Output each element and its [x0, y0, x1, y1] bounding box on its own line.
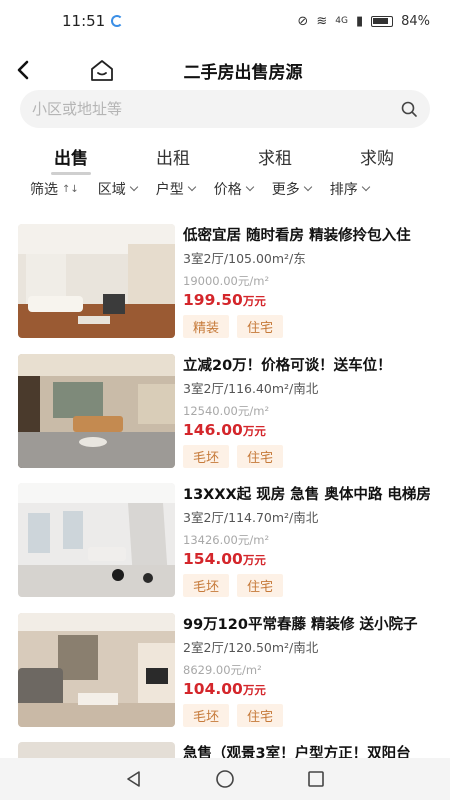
listing-title[interactable]: 13XXX起 现房 急售 奥体中路 电梯房: [183, 483, 433, 504]
filter-price[interactable]: 价格: [213, 176, 255, 202]
filter-bar: 筛选 ↑↓ 区域 户型 价格 更多 排序: [0, 176, 450, 202]
listing-item[interactable]: 低密宜居 随时看房 精装修拎包入住 3室2厅/105.00m²/东 19000.…: [0, 224, 450, 354]
listing-unit-price: 13426.00元/m²: [183, 533, 270, 547]
battery-icon: [371, 15, 394, 27]
tag-badge: 住宅: [237, 574, 284, 597]
price-value: 199.50: [183, 291, 243, 309]
listing-unit-price: 8629.00元/m²: [183, 662, 262, 677]
listing-price: 146.00万元: [183, 420, 266, 439]
filter-area[interactable]: 区域: [97, 176, 139, 202]
listing-unit-price: 12540.00元/m²: [183, 403, 270, 418]
tab-label: 出售: [54, 149, 88, 169]
tab-label: 出租: [156, 149, 190, 169]
listing-item[interactable]: 99万120平常春藤 精装修 送小院子 2室2厅/120.50m²/南北 862…: [0, 612, 450, 743]
filter-label: 户型: [155, 182, 184, 198]
price-unit: 万元: [242, 294, 266, 308]
listing-tags: 毛坯 住宅: [183, 703, 284, 727]
filter-more[interactable]: 更多: [271, 176, 313, 202]
page-title: 二手房出售房源: [183, 63, 303, 83]
filter-label: 价格: [213, 182, 242, 198]
listing-item[interactable]: 13XXX起 现房 急售 奥体中路 电梯房 3室2厅/114.70m²/南北 1…: [0, 483, 450, 613]
sort-toggle-icon: ↑↓: [62, 183, 79, 195]
nav-bar: 二手房出售房源: [0, 48, 450, 92]
filter-label: 区域: [97, 182, 126, 198]
tag-badge: 毛坯: [183, 574, 230, 597]
wifi-icon: ≋: [316, 13, 328, 29]
search-icon[interactable]: [400, 100, 418, 118]
price-value: 104.00: [183, 679, 243, 698]
active-tab-indicator: [51, 172, 91, 175]
chevron-down-icon: [245, 182, 255, 192]
tag-badge: 毛坯: [183, 703, 230, 727]
listing-spec: 3室2厅/114.70m²/南北: [183, 510, 319, 525]
tag-badge: 住宅: [237, 444, 284, 468]
listing-photo[interactable]: [18, 353, 175, 468]
price-value: 154.00: [183, 550, 243, 568]
filter-label: 筛选: [30, 182, 58, 198]
tab-seek-rent[interactable]: 求租: [224, 140, 326, 176]
listing-title[interactable]: 低密宜居 随时看房 精装修拎包入住: [183, 224, 433, 245]
listing-item[interactable]: 立减20万！价格可谈！送车位！ 3室2厅/116.40m²/南北 12540.0…: [0, 353, 450, 484]
chevron-down-icon: [303, 182, 313, 192]
listing-tags: 毛坯 住宅: [183, 444, 284, 468]
tab-sale[interactable]: 出售: [20, 140, 122, 176]
chevron-down-icon: [129, 182, 139, 192]
system-nav-bar: [0, 758, 450, 800]
listing-price: 104.00万元: [183, 679, 266, 698]
triangle-back-icon[interactable]: [124, 769, 144, 789]
tab-label: 求租: [258, 149, 292, 169]
listing-spec: 2室2厅/120.50m²/南北: [183, 639, 319, 655]
chevron-down-icon: [187, 182, 197, 192]
listing-photo[interactable]: [18, 612, 175, 727]
listing-price: 154.00万元: [183, 549, 266, 568]
status-icons: ⊘ ≋ 4G ▮ 84%: [297, 14, 430, 29]
listing-tags: 毛坯 住宅: [183, 574, 284, 597]
listing-spec: 3室2厅/105.00m²/东: [183, 251, 306, 266]
listing-unit-price: 19000.00元/m²: [183, 274, 270, 288]
listing-photo[interactable]: [18, 224, 175, 338]
listing-price: 199.50万元: [183, 290, 266, 309]
filter-label: 排序: [329, 182, 358, 198]
listing-photo[interactable]: [18, 483, 175, 597]
search-bar[interactable]: [20, 90, 430, 128]
signal-icon: ▮: [355, 13, 364, 29]
filter-layout[interactable]: 户型: [155, 176, 197, 202]
listing-type-tabs: 出售 出租 求租 求购: [0, 140, 450, 176]
status-bar: 11:51 ⊘ ≋ 4G ▮ 84%: [0, 0, 450, 42]
listing-list: 低密宜居 随时看房 精装修拎包入住 3室2厅/105.00m²/东 19000.…: [0, 224, 450, 762]
network-label: 4G: [335, 16, 348, 26]
tag-badge: 住宅: [237, 703, 284, 727]
tab-label: 求购: [360, 149, 394, 169]
circle-home-icon[interactable]: [214, 768, 236, 790]
tag-badge: 住宅: [237, 315, 284, 338]
tab-seek-buy[interactable]: 求购: [326, 140, 428, 176]
filter-label: 更多: [271, 182, 300, 198]
tag-badge: 毛坯: [183, 444, 230, 468]
listing-spec: 3室2厅/116.40m²/南北: [183, 380, 319, 396]
listing-title[interactable]: 立减20万！价格可谈！送车位！: [183, 354, 433, 375]
tab-rent[interactable]: 出租: [122, 140, 224, 176]
price-unit: 万元: [242, 553, 266, 567]
search-input[interactable]: [32, 100, 400, 118]
filter-screen[interactable]: 筛选 ↑↓: [30, 176, 79, 202]
tag-badge: 精装: [183, 315, 230, 338]
price-value: 146.00: [183, 420, 243, 439]
price-unit: 万元: [242, 423, 266, 438]
square-recents-icon[interactable]: [306, 769, 326, 789]
filter-sort[interactable]: 排序: [329, 176, 371, 202]
chevron-down-icon: [361, 182, 371, 192]
price-unit: 万元: [242, 682, 266, 697]
battery-level: 84%: [401, 13, 430, 29]
listing-tags: 精装 住宅: [183, 315, 284, 338]
sync-icon: [111, 15, 124, 27]
mute-icon: ⊘: [297, 13, 309, 29]
status-time: 11:51: [62, 12, 106, 30]
listing-title[interactable]: 99万120平常春藤 精装修 送小院子: [183, 613, 433, 634]
